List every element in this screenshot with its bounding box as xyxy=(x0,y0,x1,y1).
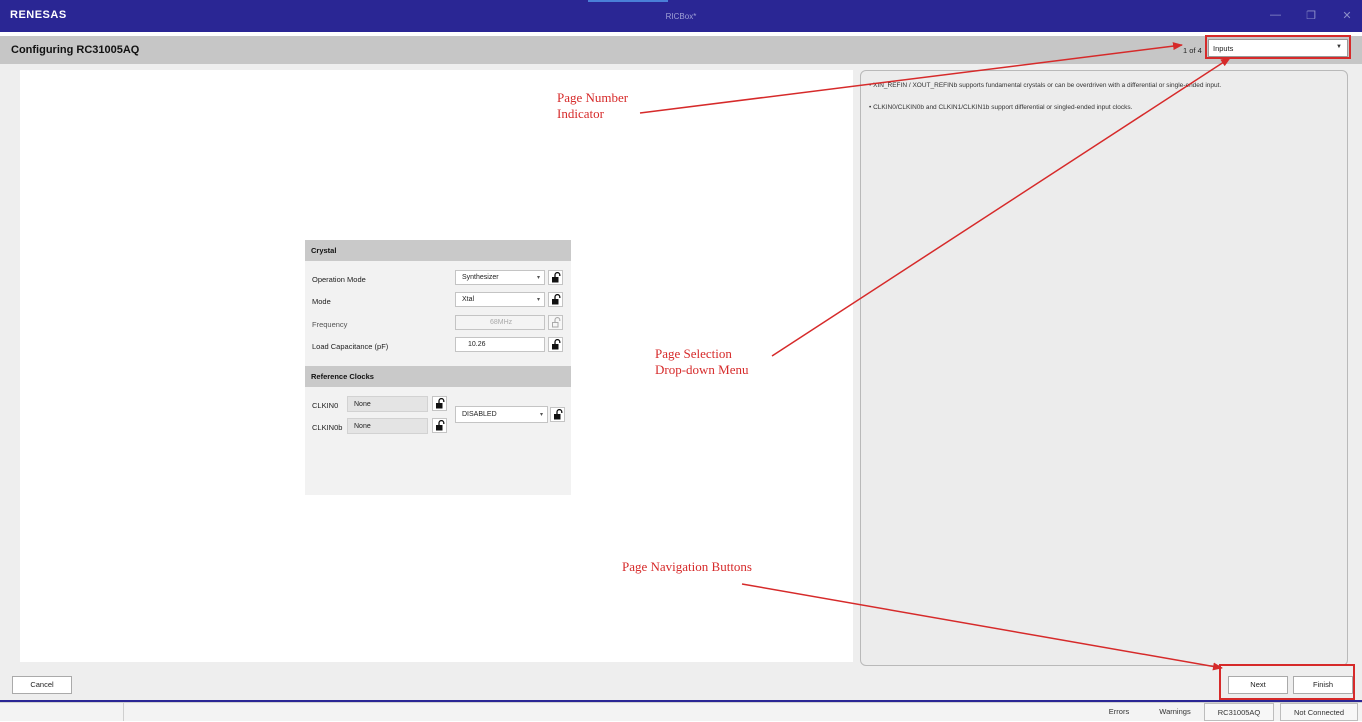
page-selection-annotation: Page Selection Drop-down Menu xyxy=(655,346,749,378)
nav-buttons-highlight xyxy=(1219,664,1355,700)
page-selection-arrow xyxy=(771,57,1231,357)
page-number-annotation: Page Number Indicator xyxy=(557,90,628,122)
page-number-arrow xyxy=(639,42,1183,114)
annotation-line: Page Selection xyxy=(655,346,732,361)
nav-buttons-annotation: Page Navigation Buttons xyxy=(622,559,752,574)
nav-buttons-arrow xyxy=(741,583,1223,671)
page-select-highlight xyxy=(1205,35,1351,59)
annotation-line: Indicator xyxy=(557,106,604,121)
annotation-line: Page Number xyxy=(557,90,629,105)
annotation-line: Drop-down Menu xyxy=(655,362,749,377)
